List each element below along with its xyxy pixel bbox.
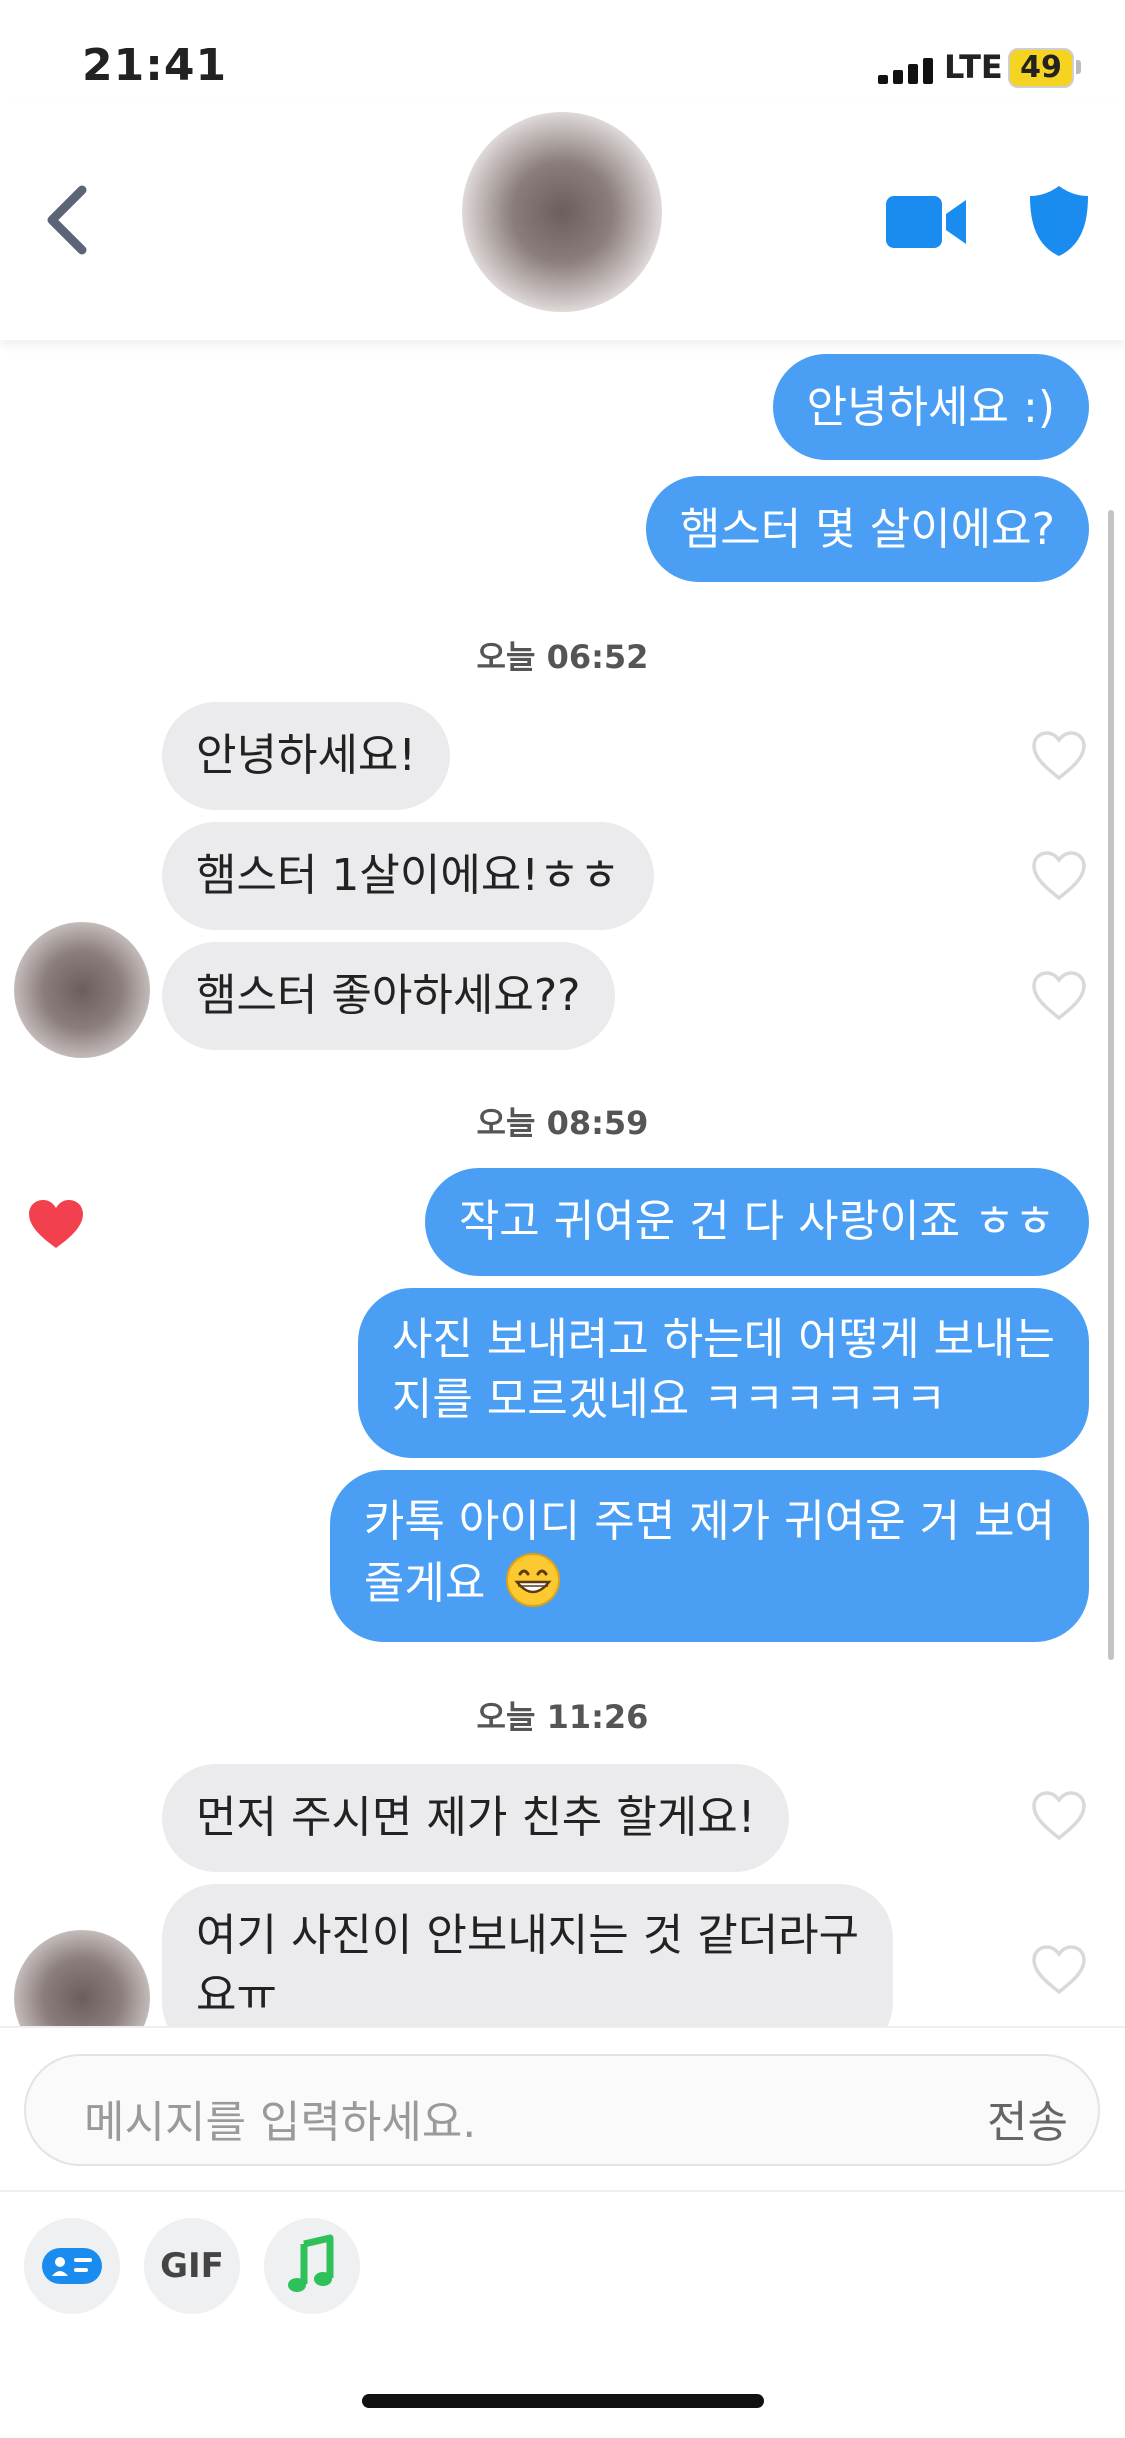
heart-outline-icon[interactable] xyxy=(1030,970,1088,1022)
home-indicator[interactable] xyxy=(362,2394,764,2408)
chat-header xyxy=(0,100,1125,340)
battery-tip xyxy=(1076,60,1081,74)
outgoing-message: 안녕하세요 :) xyxy=(772,354,1089,460)
message-line: 지를 모르겠네요 ㅋㅋㅋㅋㅋㅋ xyxy=(391,1374,947,1425)
composer: 메시지를 입력하세요. 전송 GIF xyxy=(0,2026,1125,2438)
heart-outline-icon[interactable] xyxy=(1030,730,1088,782)
incoming-message: 먼저 주시면 제가 친추 할게요! xyxy=(162,1764,790,1872)
message-list[interactable]: 안녕하세요 :) 햄스터 몇 살이에요? 오늘 06:52 안녕하세요! 햄스터… xyxy=(0,340,1125,2030)
safety-shield-button[interactable] xyxy=(1028,184,1090,258)
profile-card-icon xyxy=(42,2248,102,2284)
message-line: 여기 사진이 안보내지는 것 같더라구 xyxy=(196,1910,860,1961)
incoming-message: 안녕하세요! xyxy=(162,702,451,810)
status-time: 21:41 xyxy=(82,40,228,91)
message-input[interactable]: 메시지를 입력하세요. 전송 xyxy=(24,2054,1100,2166)
profile-card-button[interactable] xyxy=(24,2218,120,2314)
timestamp: 오늘 11:26 xyxy=(476,1698,649,1736)
heart-filled-icon[interactable] xyxy=(26,1198,86,1252)
message-line: 요ㅠ xyxy=(196,1970,277,2021)
network-type: LTE xyxy=(944,48,1003,86)
signal-icon xyxy=(878,58,934,84)
outgoing-message-multiline: 사진 보내려고 하는데 어떻게 보내는 지를 모르겠네요 ㅋㅋㅋㅋㅋㅋ xyxy=(357,1288,1089,1458)
incoming-message: 햄스터 좋아하세요?? xyxy=(162,942,615,1050)
incoming-message: 햄스터 1살이에요!ㅎㅎ xyxy=(162,822,654,930)
contact-avatar[interactable] xyxy=(462,112,662,312)
gif-button[interactable]: GIF xyxy=(144,2218,240,2314)
music-note-icon xyxy=(288,2234,334,2292)
video-call-icon xyxy=(886,196,966,248)
chevron-left-icon xyxy=(47,185,87,255)
divider xyxy=(0,2190,1125,2192)
timestamp: 오늘 06:52 xyxy=(476,638,649,676)
heart-outline-icon[interactable] xyxy=(1030,850,1088,902)
timestamp: 오늘 08:59 xyxy=(476,1104,649,1142)
outgoing-message: 작고 귀여운 건 다 사랑이죠 ㅎㅎ xyxy=(424,1168,1089,1276)
grinning-face-emoji xyxy=(506,1553,561,1607)
music-button[interactable] xyxy=(264,2218,360,2314)
heart-outline-icon[interactable] xyxy=(1030,1944,1088,1996)
heart-outline-icon[interactable] xyxy=(1030,1790,1088,1842)
message-line: 줄게요 xyxy=(364,1552,1055,1614)
shield-icon xyxy=(1030,186,1088,256)
scrollbar[interactable] xyxy=(1108,510,1114,1660)
outgoing-message-multiline: 카톡 아이디 주면 제가 귀여운 거 보여 줄게요 xyxy=(329,1470,1089,1642)
message-line: 카톡 아이디 주면 제가 귀여운 거 보여 xyxy=(363,1496,1055,1547)
contact-avatar-small[interactable] xyxy=(14,922,150,1058)
send-button[interactable]: 전송 xyxy=(987,2086,1068,2150)
message-line: 사진 보내려고 하는데 어떻게 보내는 xyxy=(391,1314,1055,1365)
incoming-message-multiline: 여기 사진이 안보내지는 것 같더라구 요ㅠ xyxy=(162,1884,894,2030)
contact-avatar-small[interactable] xyxy=(14,1930,150,2030)
outgoing-message: 햄스터 몇 살이에요? xyxy=(645,476,1089,582)
message-input-placeholder: 메시지를 입력하세요. xyxy=(84,2097,477,2148)
back-button[interactable] xyxy=(38,180,98,260)
message-text: 줄게요 xyxy=(363,1558,486,1609)
video-call-button[interactable] xyxy=(886,192,968,252)
battery-icon: 49 xyxy=(1008,48,1074,88)
